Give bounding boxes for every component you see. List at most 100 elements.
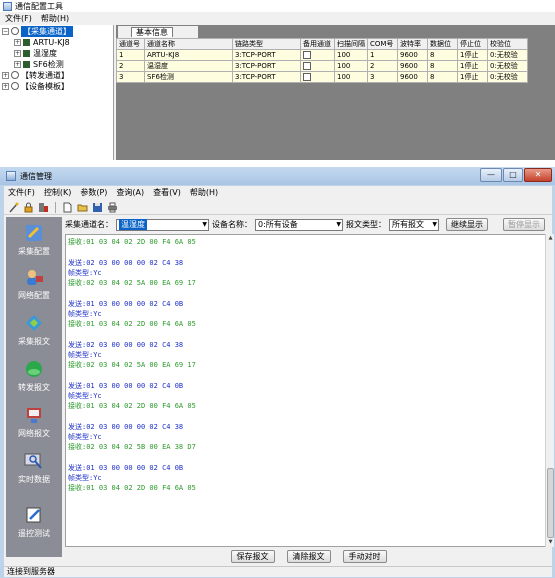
cell-scan-interval[interactable]: 100 [334, 60, 368, 72]
cell-baud[interactable]: 9600 [397, 49, 428, 61]
message-log[interactable]: 接收:01 03 04 02 2D 00 F4 6A 05 发送:02 03 00… [65, 234, 546, 547]
cell-baud[interactable]: 9600 [397, 71, 428, 83]
menu-control[interactable]: 控制(K) [44, 187, 72, 198]
tree-node-forward[interactable]: + 【转发通道】 [2, 70, 69, 80]
sidebar-item-net-msg[interactable]: 网络报文 [6, 401, 62, 445]
scroll-thumb[interactable] [547, 468, 554, 538]
col-header[interactable]: 通道名称 [144, 38, 233, 50]
sidebar-item-fwd-msg[interactable]: 转发报文 [6, 355, 62, 399]
cell-backup[interactable] [300, 71, 335, 83]
cell-backup[interactable] [300, 49, 335, 61]
expand-icon[interactable]: + [2, 71, 9, 79]
backup-checkbox[interactable] [303, 51, 311, 59]
cell-stop-bits[interactable]: 1停止 [457, 60, 488, 72]
manual-time-sync-button[interactable]: 手动对时 [342, 549, 387, 563]
table-row[interactable]: 1 ARTU-KJ8 3:TCP-PORT 100 1 9600 8 1停止 0… [116, 49, 528, 61]
cell-stop-bits[interactable]: 1停止 [457, 71, 488, 83]
cell-com[interactable]: 1 [367, 49, 398, 61]
continue-display-button[interactable]: 继续显示 [446, 218, 488, 231]
cell-parity[interactable]: 0:无校验 [487, 71, 528, 83]
sidebar-item-net-config[interactable]: 网络配置 [6, 263, 62, 307]
sidebar-item-acq-msg[interactable]: 采集报文 [6, 309, 62, 353]
sidebar-item-remote-ctrl[interactable]: 遥控测试 [6, 501, 62, 545]
expand-icon[interactable]: + [14, 38, 21, 46]
cell-stop-bits[interactable]: 1停止 [457, 49, 488, 61]
col-header[interactable]: 波特率 [397, 38, 428, 50]
maximize-button[interactable]: □ [503, 168, 523, 182]
server-icon[interactable] [38, 202, 49, 213]
device-select[interactable]: 0:所有设备 ▼ [255, 218, 343, 231]
cell-channel-no[interactable]: 1 [116, 49, 145, 61]
tree-node-artu[interactable]: + ARTU-KJ8 [14, 37, 70, 47]
expand-icon[interactable]: + [14, 49, 21, 57]
cell-link-type[interactable]: 3:TCP-PORT [232, 60, 301, 72]
save-icon[interactable] [92, 202, 103, 213]
close-button[interactable]: ✕ [524, 168, 552, 182]
wand-icon[interactable] [8, 202, 19, 213]
collapse-icon[interactable]: − [2, 27, 9, 35]
save-log-button[interactable]: 保存报文 [230, 549, 275, 563]
tree-node-temp-humidity[interactable]: + 温湿度 [14, 48, 57, 58]
menu-query[interactable]: 查询(A) [116, 187, 144, 198]
lock-icon[interactable] [23, 202, 34, 213]
cell-data-bits[interactable]: 8 [427, 60, 458, 72]
log-scrollbar[interactable]: ▲ ▼ [545, 234, 554, 547]
cell-com[interactable]: 3 [367, 71, 398, 83]
expand-icon[interactable]: + [2, 82, 9, 90]
col-header[interactable]: 数据位 [427, 38, 458, 50]
col-header[interactable]: 通道号 [116, 38, 145, 50]
cell-channel-no[interactable]: 2 [116, 60, 145, 72]
col-header[interactable]: 备用通道 [300, 38, 335, 50]
cell-scan-interval[interactable]: 100 [334, 71, 368, 83]
col-header[interactable]: 扫描间隔 [334, 38, 368, 50]
col-header[interactable]: 校验位 [487, 38, 528, 50]
expand-icon[interactable]: + [14, 60, 21, 68]
print-icon[interactable] [107, 202, 118, 213]
tab-basic-info[interactable]: 基本信息 [131, 27, 173, 37]
msg-type-select[interactable]: 所有报文 ▼ [389, 218, 439, 231]
cell-parity[interactable]: 0:无校验 [487, 49, 528, 61]
menu-help[interactable]: 帮助(H) [41, 13, 69, 24]
cell-link-type[interactable]: 3:TCP-PORT [232, 49, 301, 61]
pause-display-button[interactable]: 暂停显示 [503, 218, 545, 231]
menu-file[interactable]: 文件(F) [8, 187, 35, 198]
channel-select[interactable]: 温湿度 ▼ [116, 218, 209, 231]
clear-log-button[interactable]: 清除报文 [286, 549, 331, 563]
scroll-down-icon[interactable]: ▼ [546, 538, 555, 547]
backup-checkbox[interactable] [303, 73, 311, 81]
table-row[interactable]: 3 SF6检测 3:TCP-PORT 100 3 9600 8 1停止 0:无校… [116, 71, 528, 83]
log-line-recv: 接收:02 03 04 02 5A 00 EA 69 17 [68, 279, 196, 287]
cell-scan-interval[interactable]: 100 [334, 49, 368, 61]
col-header[interactable]: 链路类型 [232, 38, 301, 50]
menu-file[interactable]: 文件(F) [5, 13, 32, 24]
open-folder-icon[interactable] [77, 202, 88, 213]
config-menubar: 文件(F) 帮助(H) [0, 12, 555, 24]
table-row[interactable]: 2 温湿度 3:TCP-PORT 100 2 9600 8 1停止 0:无校验 [116, 60, 528, 72]
sidebar-item-acq-config[interactable]: 采集配置 [6, 219, 62, 263]
cell-com[interactable]: 2 [367, 60, 398, 72]
menu-help[interactable]: 帮助(H) [190, 187, 218, 198]
tree-node-acquisition[interactable]: − 【采集通道】 [2, 25, 73, 37]
log-line-recv: 接收:01 03 04 02 2D 00 F4 6A 05 [68, 484, 196, 492]
sidebar-item-realtime[interactable]: 实时数据 [6, 447, 62, 491]
col-header[interactable]: COM号 [367, 38, 398, 50]
cell-data-bits[interactable]: 8 [427, 71, 458, 83]
backup-checkbox[interactable] [303, 62, 311, 70]
cell-data-bits[interactable]: 8 [427, 49, 458, 61]
cell-channel-name[interactable]: SF6检测 [144, 71, 233, 83]
menu-params[interactable]: 参数(P) [80, 187, 107, 198]
menu-view[interactable]: 查看(V) [153, 187, 181, 198]
cell-channel-no[interactable]: 3 [116, 71, 145, 83]
minimize-button[interactable]: — [480, 168, 502, 182]
tree-node-device-template[interactable]: + 【设备模板】 [2, 81, 69, 91]
cell-baud[interactable]: 9600 [397, 60, 428, 72]
cell-channel-name[interactable]: 温湿度 [144, 60, 233, 72]
cell-link-type[interactable]: 3:TCP-PORT [232, 71, 301, 83]
scroll-up-icon[interactable]: ▲ [546, 234, 555, 243]
cell-backup[interactable] [300, 60, 335, 72]
tree-node-sf6[interactable]: + SF6检测 [14, 59, 64, 69]
new-file-icon[interactable] [62, 202, 73, 213]
cell-parity[interactable]: 0:无校验 [487, 60, 528, 72]
col-header[interactable]: 停止位 [457, 38, 488, 50]
cell-channel-name[interactable]: ARTU-KJ8 [144, 49, 233, 61]
